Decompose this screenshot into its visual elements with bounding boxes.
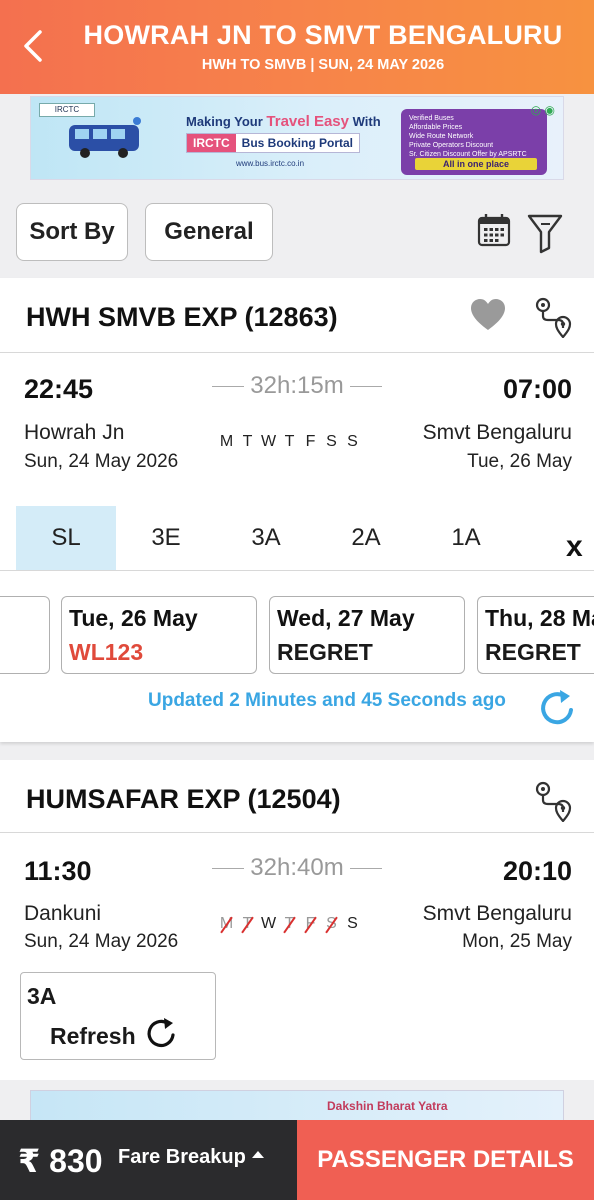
refresh-label: Refresh — [50, 1023, 136, 1049]
refresh-icon[interactable] — [538, 688, 578, 728]
arrival-date: Tue, 26 May — [467, 451, 572, 472]
departure-date: Sun, 24 May 2026 — [24, 931, 179, 952]
availability-card[interactable]: Tue, 26 May WL123 — [61, 596, 257, 674]
passenger-details-button[interactable]: PASSENGER DETAILS — [297, 1120, 594, 1200]
availability-status: WL123 — [69, 639, 144, 665]
run-day: W — [260, 433, 277, 450]
run-day-off: T — [279, 915, 300, 933]
fare-amount: ₹ 830 — [18, 1143, 103, 1179]
run-day-off: M — [216, 915, 237, 933]
run-day-off: T — [237, 915, 258, 933]
availability-date: Tue, 26 May — [69, 605, 198, 631]
close-availability-button[interactable]: x — [566, 530, 583, 564]
calendar-icon[interactable] — [476, 212, 512, 248]
seal-icons: ◎ ◉ — [530, 103, 555, 117]
banner-headline: Making Your Travel Easy With — [186, 113, 381, 130]
chevron-left-icon — [24, 30, 42, 62]
route-subtitle: HWH TO SMVB | SUN, 24 MAY 2026 — [201, 57, 445, 73]
run-day: T — [242, 433, 253, 450]
fare-breakup-toggle[interactable]: Fare Breakup — [118, 1146, 264, 1169]
fare-panel: ₹ 830 Fare Breakup — [0, 1120, 297, 1200]
run-day: S — [347, 433, 358, 450]
run-day-off: F — [300, 915, 321, 933]
train-name[interactable]: HUMSAFAR EXP (12504) — [26, 784, 341, 815]
divider — [0, 570, 594, 571]
class-tab-1a[interactable]: 1A — [416, 506, 516, 570]
route-map-icon[interactable] — [532, 296, 572, 338]
filter-icon[interactable] — [526, 212, 564, 254]
destination-station: Smvt Bengaluru — [422, 902, 572, 925]
banner-portal: IRCTC Bus Booking Portal — [186, 133, 361, 153]
app-header: HOWRAH JN TO SMVT BENGALURU HWH TO SMVB … — [0, 0, 594, 94]
banner2-title: Dakshin Bharat Yatra — [327, 1099, 448, 1113]
banner-features: Verified Buses Affordable Prices Wide Ro… — [401, 109, 547, 175]
run-day: S — [326, 433, 337, 450]
run-day: W — [260, 915, 277, 932]
class-tab-sl[interactable]: SL — [16, 506, 116, 570]
bus-illustration-icon — [69, 117, 141, 158]
availability-card-prev[interactable] — [0, 596, 50, 674]
availability-card[interactable]: Thu, 28 May REGRET — [477, 596, 594, 674]
train-name[interactable]: HWH SMVB EXP (12863) — [26, 302, 338, 333]
run-day: T — [284, 433, 295, 450]
run-day: F — [305, 433, 316, 450]
irctc-bus-promo-banner[interactable]: IRCTC Making Your Travel Easy With IRCTC… — [30, 96, 564, 180]
class-tab-3e[interactable]: 3E — [116, 506, 216, 570]
running-days: MTWTFSS — [216, 915, 376, 933]
class-tab-3a[interactable]: 3A — [216, 506, 316, 570]
class-tab-2a[interactable]: 2A — [316, 506, 416, 570]
heart-icon[interactable] — [470, 298, 506, 332]
class-code: 3A — [27, 983, 57, 1009]
divider — [0, 832, 594, 833]
arrival-time: 07:00 — [502, 374, 572, 404]
route-title: HOWRAH JN TO SMVT BENGALURU — [83, 20, 563, 50]
availability-status: REGRET — [485, 639, 581, 665]
class-availability-box-3a[interactable]: 3A Refresh — [20, 972, 216, 1060]
run-day: S — [347, 915, 358, 932]
back-button[interactable] — [18, 26, 58, 70]
journey-duration: 32h:40m — [200, 854, 394, 882]
divider — [0, 352, 594, 353]
arrival-time: 20:10 — [502, 856, 572, 886]
departure-time: 11:30 — [24, 856, 92, 886]
departure-time: 22:45 — [24, 374, 94, 404]
availability-date: Thu, 28 May — [485, 605, 594, 631]
availability-card[interactable]: Wed, 27 May REGRET — [269, 596, 465, 674]
route-map-icon[interactable] — [532, 780, 572, 822]
booking-footer: ₹ 830 Fare Breakup PASSENGER DETAILS — [0, 1120, 594, 1200]
dakshin-bharat-yatra-banner[interactable]: Dakshin Bharat Yatra — [30, 1090, 564, 1124]
destination-station: Smvt Bengaluru — [422, 421, 572, 444]
availability-status: REGRET — [277, 639, 373, 665]
banner-url: www.bus.irctc.co.in — [236, 159, 305, 168]
journey-duration: 32h:15m — [200, 372, 394, 400]
running-days: MTWTFSS — [216, 433, 376, 451]
availability-date: Wed, 27 May — [277, 605, 415, 631]
run-day: M — [219, 433, 234, 450]
quota-general-button[interactable]: General — [145, 203, 273, 261]
departure-date: Sun, 24 May 2026 — [24, 451, 179, 472]
sort-by-button[interactable]: Sort By — [16, 203, 128, 261]
refresh-icon — [147, 1018, 175, 1048]
last-updated-text: Updated 2 Minutes and 45 Seconds ago — [148, 690, 506, 711]
caret-up-icon — [251, 1151, 264, 1159]
origin-station: Howrah Jn — [24, 421, 125, 444]
arrival-date: Mon, 25 May — [462, 931, 572, 952]
run-day-off: S — [321, 915, 342, 933]
origin-station: Dankuni — [24, 902, 102, 925]
